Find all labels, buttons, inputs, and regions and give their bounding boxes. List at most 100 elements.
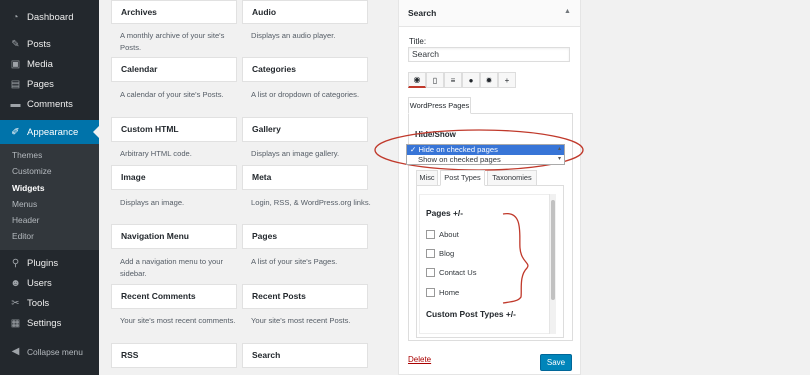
appearance-submenu: Themes Customize Widgets Menus Header Ed… xyxy=(0,144,99,250)
delete-link[interactable]: Delete xyxy=(408,355,431,364)
submenu-customize[interactable]: Customize xyxy=(0,163,99,179)
menu-plugins[interactable]: ⚲ Plugins xyxy=(0,254,99,274)
menu-users[interactable]: ☻ Users xyxy=(0,274,99,294)
menu-dashboard[interactable]: ◔ Dashboard xyxy=(0,7,99,27)
pages-icon: ▤ xyxy=(10,78,21,90)
hide-show-dropdown[interactable]: ✓ Hide on checked pages Show on checked … xyxy=(406,144,565,165)
search-widget-panel: Search ▲ Title: Search ◉ ▯ ≡ ● ✹ + WordP… xyxy=(398,0,581,375)
scrollbar-thumb[interactable] xyxy=(551,200,555,300)
add-tab[interactable]: + xyxy=(498,72,516,88)
media-icon: ▣ xyxy=(10,58,21,70)
option-hide[interactable]: ✓ Hide on checked pages xyxy=(407,145,564,155)
submenu-widgets[interactable]: Widgets xyxy=(0,180,99,196)
align-icon: ≡ xyxy=(450,75,456,85)
tab-post-types[interactable]: Post Types xyxy=(440,170,485,186)
widget-navigation-menu[interactable]: Navigation Menu xyxy=(111,224,237,249)
menu-media[interactable]: ▣ Media xyxy=(0,54,99,74)
checkbox-home[interactable] xyxy=(426,288,435,297)
widget-image[interactable]: Image xyxy=(111,165,237,190)
tab-misc[interactable]: Misc xyxy=(416,170,438,186)
checkmark: ✓ xyxy=(410,145,417,154)
scrollbar[interactable] xyxy=(549,194,556,334)
widget-search[interactable]: Search xyxy=(242,343,368,368)
tab-taxonomies[interactable]: Taxonomies xyxy=(487,170,537,186)
widget-recent-posts[interactable]: Recent Posts xyxy=(242,284,368,309)
widget-recent-comments[interactable]: Recent Comments xyxy=(111,284,237,309)
page-checkbox-row[interactable]: Contact Us xyxy=(426,268,477,277)
menu-posts[interactable]: ✎ Posts xyxy=(0,34,99,54)
widget-description: Arbitrary HTML code. xyxy=(120,149,192,158)
submenu-menus[interactable]: Menus xyxy=(0,196,99,212)
menu-label: Posts xyxy=(27,38,51,50)
widget-description: Add a navigation menu to your sidebar. xyxy=(120,257,224,278)
widget-description: Displays an audio player. xyxy=(251,31,336,40)
page-label: Home xyxy=(439,288,460,297)
widget-calendar[interactable]: Calendar xyxy=(111,57,237,82)
gear-icon: ✹ xyxy=(485,75,493,85)
widget-description: A calendar of your site's Posts. xyxy=(120,90,224,99)
alignment-tab[interactable]: ≡ xyxy=(444,72,462,88)
user-tab[interactable]: ● xyxy=(462,72,480,88)
submenu-header[interactable]: Header xyxy=(0,212,99,228)
widget-description: Your site's most recent comments. xyxy=(120,316,236,325)
settings-tab[interactable]: ✹ xyxy=(480,72,498,88)
widget-pages[interactable]: Pages xyxy=(242,224,368,249)
menu-label: Plugins xyxy=(27,258,59,270)
option-label: Hide on checked pages xyxy=(418,145,498,154)
page-label: About xyxy=(439,230,459,239)
users-icon: ☻ xyxy=(10,278,21,290)
submenu-editor[interactable]: Editor xyxy=(0,228,99,244)
widget-archives[interactable]: Archives xyxy=(111,0,237,24)
menu-label: Users xyxy=(27,278,52,290)
save-button[interactable]: Save xyxy=(540,354,572,371)
submenu-themes[interactable]: Themes xyxy=(0,147,99,163)
widget-categories[interactable]: Categories xyxy=(242,57,368,82)
widget-description: Your site's most recent Posts. xyxy=(251,316,351,325)
menu-label: Pages xyxy=(27,78,54,90)
widget-gallery[interactable]: Gallery xyxy=(242,117,368,142)
menu-settings[interactable]: ▦ Settings xyxy=(0,314,99,334)
tab-wordpress-pages[interactable]: WordPress Pages xyxy=(408,97,471,114)
checkbox-about[interactable] xyxy=(426,230,435,239)
checkbox-contact-us[interactable] xyxy=(426,268,435,277)
menu-label: Dashboard xyxy=(27,11,74,23)
widget-meta[interactable]: Meta xyxy=(242,165,368,190)
widget-description: Login, RSS, & WordPress.org links. xyxy=(251,198,371,207)
widget-custom-html[interactable]: Custom HTML xyxy=(111,117,237,142)
collapse-arrow-icon[interactable]: ▲ xyxy=(564,8,571,15)
menu-label: Collapse menu xyxy=(27,346,83,357)
widget-description: Displays an image. xyxy=(120,198,185,207)
custom-post-types-heading[interactable]: Custom Post Types +/- xyxy=(426,309,516,319)
mobile-icon: ▯ xyxy=(432,75,438,85)
menu-pages[interactable]: ▤ Pages xyxy=(0,74,99,94)
comments-icon: ▬ xyxy=(10,98,21,110)
menu-label: Appearance xyxy=(27,126,79,138)
brush-icon: ✐ xyxy=(11,126,20,138)
title-input[interactable]: Search xyxy=(408,47,570,62)
widget-rss[interactable]: RSS xyxy=(111,343,237,368)
menu-comments[interactable]: ▬ Comments xyxy=(0,94,99,114)
option-show[interactable]: Show on checked pages xyxy=(407,155,564,165)
wrench-icon: ✂ xyxy=(11,298,20,310)
settings-icon: ▦ xyxy=(10,318,21,330)
visibility-tab[interactable]: ◉ xyxy=(408,72,426,88)
widget-title: Search xyxy=(408,8,437,18)
menu-label: Settings xyxy=(27,318,62,330)
admin-sidebar: ◔ Dashboard ✎ Posts ▣ Media ▤ Pages ▬ Co… xyxy=(0,0,99,375)
menu-tools[interactable]: ✂ Tools xyxy=(0,294,99,314)
widget-description: Displays an image gallery. xyxy=(251,149,340,158)
page-checkbox-row[interactable]: Home xyxy=(426,288,459,297)
pages-heading[interactable]: Pages +/- xyxy=(426,208,463,218)
checkbox-blog[interactable] xyxy=(426,249,435,258)
device-tab[interactable]: ▯ xyxy=(426,72,444,88)
widget-header[interactable]: Search ▲ xyxy=(399,0,580,27)
menu-appearance[interactable]: ✐ Appearance xyxy=(0,120,99,144)
pin-icon: ✎ xyxy=(11,38,20,50)
page-checkbox-row[interactable]: Blog xyxy=(426,249,454,258)
hide-show-label: Hide/Show xyxy=(415,130,456,139)
title-label: Title: xyxy=(409,37,427,46)
page-checkbox-row[interactable]: About xyxy=(426,230,459,239)
widget-audio[interactable]: Audio xyxy=(242,0,368,24)
widget-description: A list of your site's Pages. xyxy=(251,257,338,266)
collapse-menu-button[interactable]: ◀ Collapse menu xyxy=(0,342,99,362)
